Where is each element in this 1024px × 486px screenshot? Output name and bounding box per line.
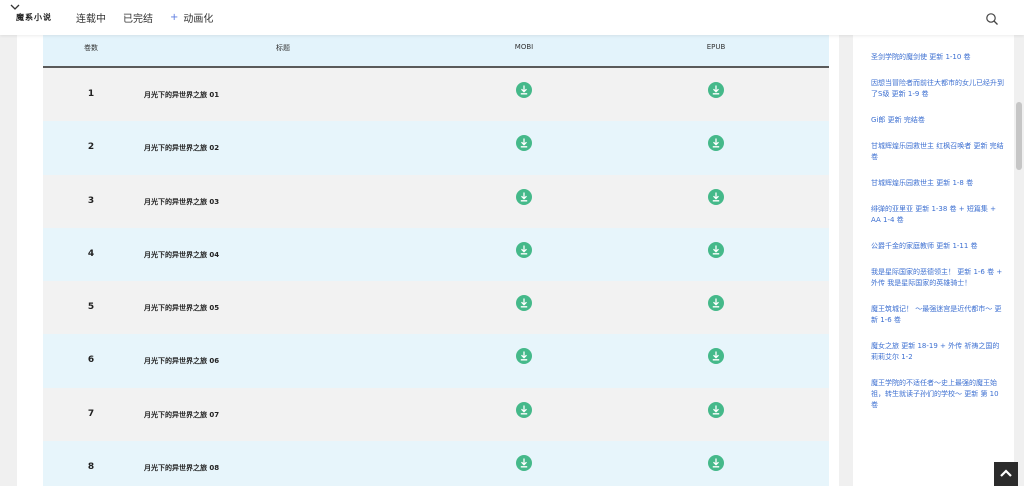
sidebar-link[interactable]: 魔王学院的不适任者～史上最强的魔王始祖，转生就读子孙们的学校～ 更新 第 10 …	[871, 378, 1004, 411]
sidebar-link[interactable]: Gi郎 更新 完结卷	[871, 115, 1004, 126]
download-icon[interactable]	[708, 401, 724, 418]
sidebar-recent-updates: 圣剑学院的魔剑使 更新 1-10 卷 因想当冒险者而前往大都市的女儿已经升到了S…	[853, 35, 1014, 486]
scrollbar-thumb[interactable]	[1016, 102, 1022, 170]
volume-number: 8	[87, 462, 95, 473]
table-header: 卷数 标题 MOBI EPUB	[43, 35, 829, 68]
volume-title: 月光下的异世界之旅 02	[144, 144, 220, 153]
sidebar-link[interactable]: 甘城辉煌乐园救世主 更新 1-8 卷	[871, 178, 1004, 189]
header-mobi: MOBI	[514, 43, 534, 51]
list-item: 圣剑学院的魔剑使 更新 1-10 卷	[871, 52, 1004, 63]
volume-title: 月光下的异世界之旅 01	[144, 91, 220, 99]
table-row: 8 月光下的异世界之旅 08	[43, 441, 829, 486]
search-icon[interactable]	[985, 11, 999, 25]
volume-title: 月光下的异世界之旅 03	[144, 197, 220, 206]
download-icon[interactable]	[708, 455, 724, 472]
volume-number: 3	[87, 195, 95, 206]
list-item: 甘城辉煌乐园救世主 更新 1-8 卷	[871, 178, 1004, 189]
sidebar-link[interactable]: 魔王筑城记！ ～最强迷宫是近代都市～ 更新 1-6 卷	[871, 304, 1004, 326]
table-row: 4 月光下的异世界之旅 04	[43, 227, 829, 282]
volume-number: 1	[87, 89, 95, 99]
download-icon[interactable]	[708, 295, 724, 312]
sidebar-list: 圣剑学院的魔剑使 更新 1-10 卷 因想当冒险者而前往大都市的女儿已经升到了S…	[853, 35, 1014, 411]
table-row: 5 月光下的异世界之旅 05	[43, 281, 829, 335]
list-item: 魔女之旅 更新 18-19 + 外传 祈祷之国的莉莉艾尔 1-2	[871, 341, 1004, 363]
download-icon[interactable]	[708, 135, 724, 152]
nav-item-ongoing[interactable]: 连载中	[76, 10, 106, 25]
list-item: 因想当冒险者而前往大都市的女儿已经升到了S级 更新 1-9 卷	[871, 78, 1004, 100]
header-epub: EPUB	[706, 43, 726, 51]
header-volume: 卷数	[84, 44, 98, 52]
site-logo[interactable]: 魔系小说	[16, 12, 52, 23]
sidebar-link[interactable]: 甘城辉煌乐园救世主 红枫召唤者 更新 完结卷	[871, 141, 1004, 163]
volume-number: 7	[87, 408, 95, 419]
volume-number: 5	[87, 302, 95, 313]
download-icon[interactable]	[516, 455, 532, 472]
volume-title: 月光下的异世界之旅 06	[144, 357, 220, 366]
plus-icon: +	[170, 12, 179, 23]
volume-title: 月光下的异世界之旅 07	[144, 410, 220, 419]
arrow-up-icon	[1000, 469, 1012, 477]
download-icon[interactable]	[516, 82, 532, 98]
list-item: 绯弹的亚里亚 更新 1-38 卷 + 短篇集 + AA 1-4 卷	[871, 204, 1004, 226]
download-icon[interactable]	[516, 135, 532, 152]
list-item: Gi郎 更新 完结卷	[871, 115, 1004, 126]
nav-item-animated[interactable]: 动画化	[183, 10, 213, 25]
main-nav: 连载中 已完结 + 动画化	[76, 10, 230, 25]
download-icon[interactable]	[708, 348, 724, 365]
table-row: 2 月光下的异世界之旅 02	[43, 121, 829, 175]
volume-title: 月光下的异世界之旅 08	[144, 464, 220, 473]
sidebar-link[interactable]: 我是星际国家的恶德领主！ 更新 1-6 卷 + 外传 我是星际国家的英雄骑士！	[871, 267, 1004, 289]
list-item: 魔王筑城记！ ～最强迷宫是近代都市～ 更新 1-6 卷	[871, 304, 1004, 326]
download-icon[interactable]	[708, 188, 724, 205]
download-icon[interactable]	[516, 295, 532, 312]
download-icon[interactable]	[516, 188, 532, 205]
list-item: 公爵千金的家庭教师 更新 1-11 卷	[871, 241, 1004, 252]
sidebar-link[interactable]: 因想当冒险者而前往大都市的女儿已经升到了S级 更新 1-9 卷	[871, 78, 1004, 100]
table-row: 1 月光下的异世界之旅 01	[43, 68, 829, 122]
volume-number: 2	[87, 142, 95, 153]
list-item: 甘城辉煌乐园救世主 红枫召唤者 更新 完结卷	[871, 141, 1004, 163]
sidebar-link[interactable]: 魔女之旅 更新 18-19 + 外传 祈祷之国的莉莉艾尔 1-2	[871, 341, 1004, 363]
volume-title: 月光下的异世界之旅 04	[144, 250, 220, 259]
list-item: 我是星际国家的恶德领主！ 更新 1-6 卷 + 外传 我是星际国家的英雄骑士！	[871, 267, 1004, 289]
table-row: 6 月光下的异世界之旅 06	[43, 334, 829, 388]
top-header: 魔系小说 连载中 已完结 + 动画化	[0, 0, 1024, 35]
table-row: 7 月光下的异世界之旅 07	[43, 387, 829, 442]
download-icon[interactable]	[516, 401, 532, 418]
sidebar-link[interactable]: 圣剑学院的魔剑使 更新 1-10 卷	[871, 52, 1004, 63]
back-to-top-button[interactable]	[994, 462, 1018, 486]
header-title: 标题	[276, 44, 290, 52]
volume-number: 4	[87, 248, 95, 259]
nav-item-completed[interactable]: 已完结	[123, 10, 153, 25]
download-icon[interactable]	[516, 348, 532, 365]
sidebar-link[interactable]: 绯弹的亚里亚 更新 1-38 卷 + 短篇集 + AA 1-4 卷	[871, 204, 1004, 226]
volume-table-panel: 卷数 标题 MOBI EPUB 1 月光下的异世界之旅 01 2 月光下的异世界…	[17, 35, 839, 486]
table-row: 3 月光下的异世界之旅 03	[43, 174, 829, 228]
download-icon[interactable]	[708, 241, 724, 258]
volume-number: 6	[87, 355, 95, 366]
volume-table: 卷数 标题 MOBI EPUB 1 月光下的异世界之旅 01 2 月光下的异世界…	[43, 35, 829, 486]
download-icon[interactable]	[708, 82, 724, 98]
list-item: 魔王学院的不适任者～史上最强的魔王始祖，转生就读子孙们的学校～ 更新 第 10 …	[871, 378, 1004, 411]
sidebar-link[interactable]: 公爵千金的家庭教师 更新 1-11 卷	[871, 241, 1004, 252]
download-icon[interactable]	[516, 241, 532, 258]
volume-title: 月光下的异世界之旅 05	[144, 304, 220, 313]
